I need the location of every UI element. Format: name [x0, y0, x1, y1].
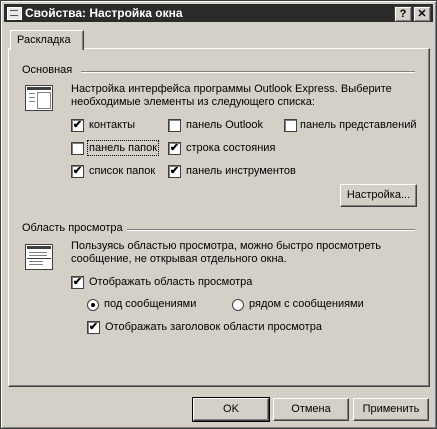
apply-button[interactable]: Применить: [353, 398, 429, 421]
preview-group-title: Область просмотра: [22, 222, 123, 234]
tab-layout[interactable]: Раскладка: [10, 30, 84, 50]
ok-button[interactable]: OK: [192, 397, 270, 422]
checkbox-show-header[interactable]: ✔: [87, 321, 100, 334]
cancel-button[interactable]: Отмена: [273, 398, 349, 421]
window-icon: [7, 7, 22, 20]
preview-description-line1: Пользуясь областью просмотра, можно быст…: [71, 240, 382, 252]
basic-description-line1: Настройка интерфейса программы Outlook E…: [71, 83, 392, 95]
preview-description-line2: сообщение, не открывая отдельного окна.: [71, 253, 287, 265]
checkbox-outlook-bar[interactable]: [168, 119, 181, 132]
basic-group-title: Основная: [22, 64, 73, 76]
checkbox-show-preview-label[interactable]: Отображать область просмотра: [89, 276, 252, 288]
checkbox-views-bar[interactable]: [284, 119, 297, 132]
help-button[interactable]: ?: [394, 6, 412, 22]
title-bar[interactable]: Свойства: Настройка окна ? ✕: [4, 4, 433, 22]
checkbox-folder-list-label[interactable]: список папок: [89, 165, 155, 177]
checkbox-folder-bar-label[interactable]: панель папок: [86, 140, 160, 156]
customize-button[interactable]: Настройка...: [340, 184, 417, 207]
basic-separator: [81, 71, 415, 73]
checkbox-contacts-label[interactable]: контакты: [89, 119, 135, 131]
layout-window-icon: [25, 85, 53, 111]
checkbox-show-header-label[interactable]: Отображать заголовок области просмотра: [105, 321, 322, 333]
preview-separator: [127, 229, 415, 231]
checkbox-folder-bar[interactable]: [71, 142, 84, 155]
radio-below-messages[interactable]: [87, 299, 99, 311]
checkbox-contacts[interactable]: ✔: [71, 119, 84, 132]
checkbox-status-bar-label[interactable]: строка состояния: [186, 142, 275, 154]
radio-beside-messages-label[interactable]: рядом с сообщениями: [249, 298, 364, 310]
basic-description-line2: необходимые элементы из следующего списк…: [71, 96, 315, 108]
close-button[interactable]: ✕: [413, 6, 431, 22]
radio-beside-messages[interactable]: [232, 299, 244, 311]
checkbox-toolbar[interactable]: ✔: [168, 165, 181, 178]
tab-layout-label: Раскладка: [17, 34, 71, 46]
radio-below-messages-label[interactable]: под сообщениями: [104, 298, 196, 310]
checkbox-status-bar[interactable]: ✔: [168, 142, 181, 155]
preview-pane-icon: [25, 244, 53, 270]
checkbox-folder-list[interactable]: ✔: [71, 165, 84, 178]
checkbox-toolbar-label[interactable]: панель инструментов: [186, 165, 296, 177]
window-title: Свойства: Настройка окна: [25, 6, 183, 20]
checkbox-show-preview[interactable]: ✔: [71, 276, 84, 289]
checkbox-outlook-bar-label[interactable]: панель Outlook: [186, 119, 263, 131]
properties-dialog: Свойства: Настройка окна ? ✕ Раскладка О…: [0, 0, 437, 429]
checkbox-views-bar-label[interactable]: панель представлений: [300, 119, 417, 131]
